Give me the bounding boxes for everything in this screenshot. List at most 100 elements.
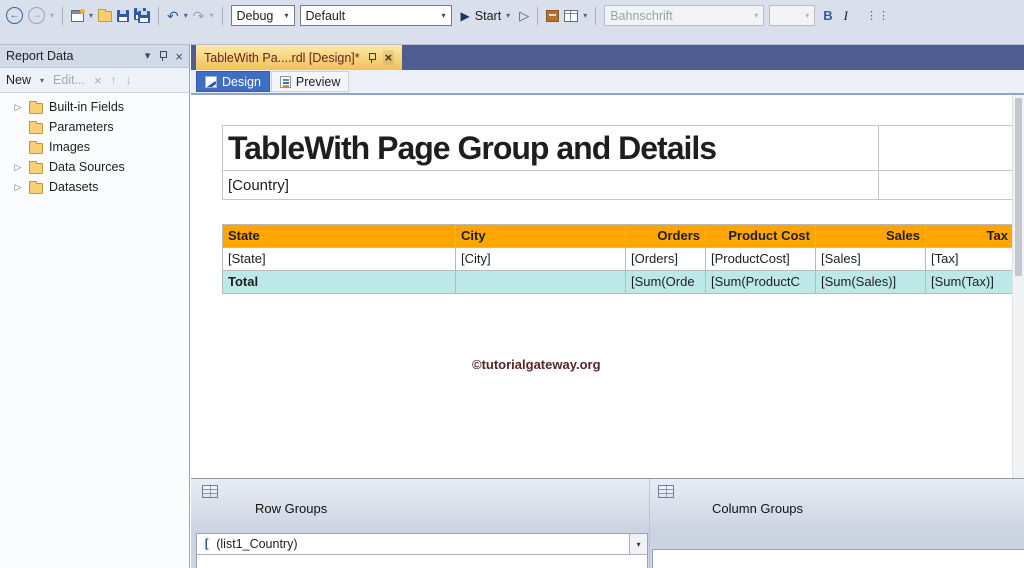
total-cell-sales[interactable]: [Sum(Sales)] bbox=[816, 271, 926, 294]
open-file-icon[interactable] bbox=[98, 9, 113, 22]
font-family-value: Bahnschrift bbox=[610, 8, 673, 23]
new-project-icon[interactable] bbox=[71, 8, 86, 22]
window-layout-icon[interactable] bbox=[564, 9, 579, 22]
detail-cell-tax[interactable]: [Tax] bbox=[926, 248, 1014, 271]
solution-platform-dropdown[interactable]: Default ▾ bbox=[299, 5, 452, 26]
detail-cell-state[interactable]: [State] bbox=[223, 248, 456, 271]
expand-arrow-icon[interactable]: ▷ bbox=[13, 182, 23, 193]
tree-item-data-sources[interactable]: ▷ Data Sources bbox=[0, 157, 189, 177]
document-area: TableWith Pa....rdl [Design]* × Design P… bbox=[191, 45, 1024, 478]
save-all-icon[interactable] bbox=[134, 8, 151, 23]
solution-platform-value: Default bbox=[305, 8, 346, 23]
font-size-dropdown[interactable]: ▾ bbox=[769, 5, 816, 26]
header-cell-product-cost[interactable]: Product Cost bbox=[706, 225, 816, 248]
column-groups-list bbox=[652, 549, 1024, 568]
detail-cell-orders[interactable]: [Orders] bbox=[626, 248, 706, 271]
column-groups-icon bbox=[658, 485, 674, 498]
delete-icon[interactable]: × bbox=[94, 73, 102, 88]
total-cell-tax[interactable]: [Sum(Tax)] bbox=[926, 271, 1014, 294]
row-group-item-country[interactable]: [ (list1_Country) ▾ bbox=[197, 534, 647, 555]
redo-icon[interactable]: ↷ bbox=[193, 9, 205, 23]
watermark-text: ©tutorialgateway.org bbox=[472, 357, 601, 372]
close-icon[interactable]: × bbox=[175, 50, 183, 63]
design-view-icon bbox=[205, 75, 217, 88]
tree-item-label: Built-in Fields bbox=[49, 100, 125, 114]
total-cell-product-cost[interactable]: [Sum(ProductC bbox=[706, 271, 816, 294]
detail-cell-product-cost[interactable]: [ProductCost] bbox=[706, 248, 816, 271]
toolbar-separator bbox=[595, 6, 597, 25]
toolbar-overflow-icon[interactable]: ⋮⋮ bbox=[866, 9, 890, 22]
total-cell-label[interactable]: Total bbox=[223, 271, 456, 294]
italic-button[interactable]: I bbox=[841, 8, 851, 24]
folder-icon bbox=[29, 100, 43, 114]
navigation-history-chevron-icon[interactable]: ▾ bbox=[50, 11, 54, 20]
edit-button[interactable]: Edit... bbox=[53, 73, 85, 87]
expand-arrow-icon[interactable]: ▷ bbox=[13, 162, 23, 173]
window-layout-chevron-icon[interactable]: ▾ bbox=[583, 11, 587, 20]
solution-configuration-dropdown[interactable]: Debug ▾ bbox=[230, 5, 295, 26]
toolbar-separator bbox=[158, 6, 160, 25]
font-family-dropdown[interactable]: Bahnschrift ▾ bbox=[604, 5, 765, 26]
document-tab-strip: TableWith Pa....rdl [Design]* × bbox=[191, 45, 1024, 70]
report-header-empty-cell[interactable] bbox=[879, 126, 1014, 171]
header-cell-state[interactable]: State bbox=[223, 225, 456, 248]
start-label: Start bbox=[474, 8, 502, 23]
design-surface[interactable]: TableWith Page Group and Details [Countr… bbox=[191, 95, 1024, 478]
tab-design[interactable]: Design bbox=[196, 71, 270, 92]
detail-cell-city[interactable]: [City] bbox=[456, 248, 626, 271]
report-data-toolbar: New ▾ Edit... × ↑ ↓ bbox=[0, 68, 189, 93]
undo-chevron-icon[interactable]: ▾ bbox=[184, 11, 188, 20]
row-group-item-label: (list1_Country) bbox=[216, 537, 298, 551]
tree-item-label: Images bbox=[49, 140, 90, 154]
grouping-pane-divider bbox=[649, 479, 650, 568]
main-toolbar: ← → ▾ ▾ ↶ ▾ ↷ ▾ Debug ▾ Default ▾ ▶ Star… bbox=[0, 0, 1024, 45]
redo-chevron-icon[interactable]: ▾ bbox=[210, 11, 214, 20]
toolbar-separator bbox=[62, 6, 64, 25]
country-group-textbox[interactable]: [Country] bbox=[223, 171, 879, 200]
new-menu-chevron-icon[interactable]: ▾ bbox=[40, 76, 44, 85]
total-cell-city[interactable] bbox=[456, 271, 626, 294]
output-window-icon[interactable] bbox=[546, 9, 560, 22]
vertical-scrollbar[interactable] bbox=[1012, 95, 1024, 478]
move-up-icon[interactable]: ↑ bbox=[111, 73, 117, 87]
scrollbar-thumb[interactable] bbox=[1015, 98, 1022, 276]
report-header-grid: TableWith Page Group and Details [Countr… bbox=[222, 125, 1014, 200]
navigate-forward-icon[interactable]: → bbox=[28, 7, 45, 24]
vs-report-designer-window: ← → ▾ ▾ ↶ ▾ ↷ ▾ Debug ▾ Default ▾ ▶ Star… bbox=[0, 0, 1024, 568]
tab-preview[interactable]: Preview bbox=[270, 71, 350, 92]
chevron-down-icon: ▾ bbox=[754, 11, 759, 20]
panel-title: Report Data bbox=[6, 49, 74, 63]
new-project-chevron-icon[interactable]: ▾ bbox=[89, 11, 93, 20]
detail-cell-sales[interactable]: [Sales] bbox=[816, 248, 926, 271]
tree-item-images[interactable]: Images bbox=[0, 137, 189, 157]
new-menu-button[interactable]: New bbox=[6, 73, 31, 87]
tree-item-datasets[interactable]: ▷ Datasets bbox=[0, 177, 189, 197]
header-cell-orders[interactable]: Orders bbox=[626, 225, 706, 248]
header-cell-city[interactable]: City bbox=[456, 225, 626, 248]
folder-icon bbox=[29, 120, 43, 134]
save-icon[interactable] bbox=[117, 9, 130, 22]
document-tab[interactable]: TableWith Pa....rdl [Design]* × bbox=[196, 45, 403, 70]
move-down-icon[interactable]: ↓ bbox=[126, 73, 132, 87]
tree-item-parameters[interactable]: Parameters bbox=[0, 117, 189, 137]
report-header-empty-cell[interactable] bbox=[879, 171, 1014, 200]
start-debugging-button[interactable]: ▶ Start ▾ bbox=[457, 5, 515, 27]
bold-button[interactable]: B bbox=[820, 8, 835, 23]
folder-icon bbox=[29, 140, 43, 154]
start-without-debugging-icon[interactable]: ▷ bbox=[519, 8, 529, 24]
window-position-chevron-icon[interactable]: ▾ bbox=[145, 50, 151, 62]
save-all-front-floppy-icon bbox=[138, 11, 151, 23]
undo-icon[interactable]: ↶ bbox=[167, 9, 179, 23]
total-cell-orders[interactable]: [Sum(Orde bbox=[626, 271, 706, 294]
toolbar-separator bbox=[221, 6, 223, 25]
tree-item-built-in-fields[interactable]: ▷ Built-in Fields bbox=[0, 97, 189, 117]
expand-arrow-icon[interactable]: ▷ bbox=[13, 102, 23, 113]
tab-pin-icon[interactable] bbox=[367, 52, 376, 64]
navigate-back-icon[interactable]: ← bbox=[6, 7, 23, 24]
header-cell-sales[interactable]: Sales bbox=[816, 225, 926, 248]
report-title-textbox[interactable]: TableWith Page Group and Details bbox=[223, 126, 879, 171]
row-group-dropdown-icon[interactable]: ▾ bbox=[629, 534, 647, 554]
tab-close-icon[interactable]: × bbox=[382, 50, 395, 65]
pin-icon[interactable] bbox=[158, 50, 168, 62]
header-cell-tax[interactable]: Tax bbox=[926, 225, 1014, 248]
